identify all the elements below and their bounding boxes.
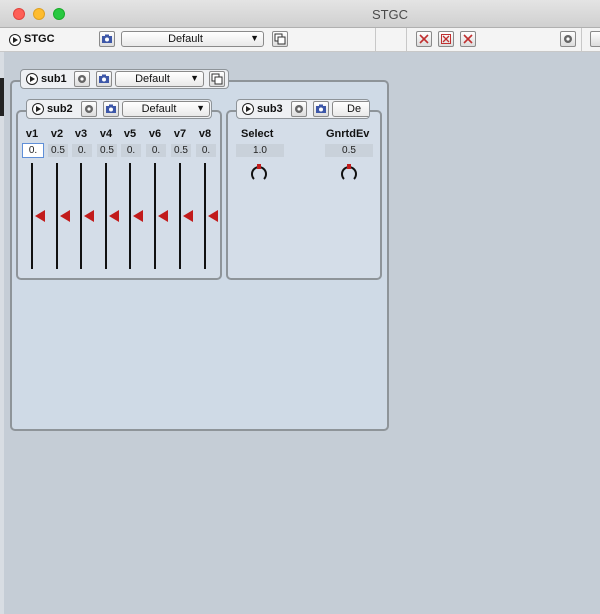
sub2-snapshot-button[interactable] — [103, 101, 119, 117]
channel-label: v5 — [123, 128, 137, 140]
cycle-icon[interactable] — [26, 73, 38, 85]
channel-value[interactable]: 0. — [121, 144, 141, 157]
channel-label: v7 — [173, 128, 187, 140]
channel-value[interactable]: 0.5 — [171, 144, 191, 157]
gear-icon — [295, 105, 303, 113]
toolbar-separator — [406, 28, 407, 52]
channel-label: v1 — [25, 128, 39, 140]
sub2-settings-button[interactable] — [81, 101, 97, 117]
camera-icon — [106, 104, 116, 113]
left-marker — [0, 78, 4, 116]
sub3-preset-dropdown[interactable]: De — [332, 101, 369, 117]
channel-slider[interactable] — [129, 163, 131, 269]
copy-icon — [274, 33, 286, 45]
cycle-icon[interactable] — [9, 34, 21, 46]
chevron-down-icon: ▼ — [196, 103, 205, 113]
slider-thumb[interactable] — [183, 210, 193, 222]
channel-value[interactable]: 0. — [22, 143, 44, 158]
remove-button[interactable] — [460, 31, 476, 47]
slider-thumb[interactable] — [35, 210, 45, 222]
sub2-preset-dropdown[interactable]: Default ▼ — [122, 101, 210, 117]
sub3-name: sub3 — [257, 103, 283, 115]
slider-thumb[interactable] — [208, 210, 218, 222]
sub1-header: sub1 Default ▼ — [20, 69, 229, 89]
channel-label: v3 — [74, 128, 88, 140]
cycle-icon[interactable] — [242, 103, 254, 115]
sub3-snapshot-button[interactable] — [313, 101, 329, 117]
channel-value[interactable]: 0.5 — [97, 144, 117, 157]
channel-slider[interactable] — [179, 163, 181, 269]
slider-thumb[interactable] — [84, 210, 94, 222]
slider-thumb[interactable] — [109, 210, 119, 222]
slider-thumb[interactable] — [133, 210, 143, 222]
channel-slider[interactable] — [105, 163, 107, 269]
gnrtdev-knob-icon[interactable] — [339, 163, 359, 183]
clear-history-button[interactable] — [438, 31, 454, 47]
close-window-button[interactable] — [13, 8, 25, 20]
x-icon — [463, 34, 473, 44]
zoom-window-button[interactable] — [53, 8, 65, 20]
select-label: Select — [241, 128, 274, 140]
camera-icon — [102, 34, 112, 43]
sub3-header: sub3 De — [236, 99, 370, 119]
channel-slider[interactable] — [154, 163, 156, 269]
snapshot-button[interactable] — [99, 31, 115, 47]
gear-icon — [85, 105, 93, 113]
channel-slider[interactable] — [204, 163, 206, 269]
sub1-name: sub1 — [41, 73, 67, 85]
gnrtdev-value[interactable]: 0.5 — [325, 144, 373, 157]
copy-icon — [211, 73, 223, 85]
x-icon — [419, 34, 429, 44]
sub1-settings-button[interactable] — [74, 71, 90, 87]
channel-slider[interactable] — [56, 163, 58, 269]
channel-label: v6 — [148, 128, 162, 140]
clear-button[interactable] — [416, 31, 432, 47]
channel-label: v8 — [198, 128, 212, 140]
gear-icon — [78, 75, 86, 83]
channel-slider[interactable] — [80, 163, 82, 269]
toolbar-separator — [375, 28, 376, 52]
sub3-settings-button[interactable] — [291, 101, 307, 117]
chevron-down-icon: ▼ — [190, 73, 199, 83]
sub3-preset-label: De — [347, 103, 362, 115]
toolbar-separator — [581, 28, 582, 52]
select-value[interactable]: 1.0 — [236, 144, 284, 157]
channel-label: v2 — [50, 128, 64, 140]
main-toolbar: STGC Default ▼ — [0, 28, 600, 52]
select-knob-icon[interactable] — [249, 163, 269, 183]
sub2-name: sub2 — [47, 103, 73, 115]
toolbar-preset-dropdown[interactable]: Default ▼ — [121, 31, 264, 47]
title-bar: STGC — [0, 0, 600, 28]
sub1-copy-button[interactable] — [209, 71, 225, 87]
channel-value[interactable]: 0. — [146, 144, 166, 157]
left-strip — [0, 52, 4, 614]
channel-value[interactable]: 0. — [196, 144, 216, 157]
app-window: STGC STGC Default ▼ sub1 Default ▼ sub2 … — [0, 0, 600, 614]
channel-label: v4 — [99, 128, 113, 140]
sub2-preset-label: Default — [141, 103, 177, 115]
toolbar-name: STGC — [24, 33, 55, 45]
settings-button[interactable] — [560, 31, 576, 47]
gear-icon — [564, 35, 572, 43]
cycle-icon[interactable] — [32, 103, 44, 115]
toolbar-preset-label: Default — [168, 33, 203, 45]
camera-icon — [99, 74, 109, 83]
chevron-down-icon: ▼ — [250, 33, 259, 43]
window-title: STGC — [371, 7, 409, 22]
sub1-snapshot-button[interactable] — [96, 71, 112, 87]
minimize-window-button[interactable] — [33, 8, 45, 20]
gnrtdev-label: GnrtdEv — [326, 128, 370, 140]
slider-thumb[interactable] — [158, 210, 168, 222]
channel-value[interactable]: 0. — [72, 144, 92, 157]
copy-button[interactable] — [272, 31, 288, 47]
sub1-preset-dropdown[interactable]: Default ▼ — [115, 71, 204, 87]
sub1-preset-label: Default — [135, 73, 170, 85]
grid-x-icon — [441, 34, 451, 44]
overflow-button[interactable] — [590, 31, 600, 47]
channel-slider[interactable] — [31, 163, 33, 269]
camera-icon — [316, 104, 326, 113]
sub2-header: sub2 Default ▼ — [26, 99, 212, 119]
channel-value[interactable]: 0.5 — [48, 144, 68, 157]
slider-thumb[interactable] — [60, 210, 70, 222]
